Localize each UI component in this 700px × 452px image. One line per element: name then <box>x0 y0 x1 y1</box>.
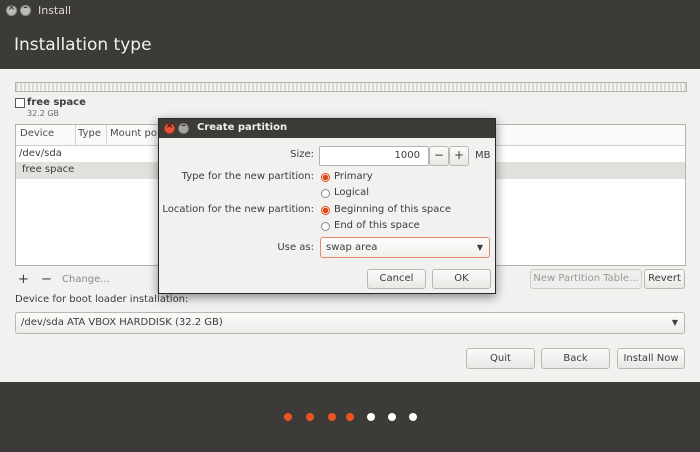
radio-logical-label[interactable]: Logical <box>334 187 369 198</box>
minimize-icon[interactable]: – <box>178 121 189 134</box>
back-button[interactable]: Back <box>541 348 610 369</box>
progress-dot <box>306 413 314 421</box>
dialog-titlebar: × – Create partition <box>159 119 495 138</box>
bootloader-device-value: /dev/sda ATA VBOX HARDDISK (32.2 GB) <box>21 317 223 328</box>
quit-button[interactable]: Quit <box>466 348 535 369</box>
radio-beginning[interactable] <box>321 206 330 215</box>
column-header-mount-point[interactable]: Mount po <box>110 128 157 139</box>
checkbox-icon <box>15 98 25 108</box>
free-space-legend-size: 32.2 GB <box>27 109 60 118</box>
page-title: Installation type <box>14 35 152 55</box>
progress-dot <box>346 413 354 421</box>
radio-primary-label[interactable]: Primary <box>334 171 373 182</box>
revert-button[interactable]: Revert <box>644 269 685 289</box>
window-title: Install <box>38 4 72 17</box>
window-minimize-icon[interactable]: – <box>20 3 31 16</box>
window-close-icon[interactable]: × <box>6 3 17 16</box>
dialog-title: Create partition <box>197 122 288 133</box>
increase-size-button[interactable]: + <box>449 146 469 166</box>
radio-end-label[interactable]: End of this space <box>334 220 420 231</box>
progress-dot <box>409 413 417 421</box>
radio-logical[interactable] <box>321 189 330 198</box>
table-cell-device: free space <box>22 164 75 175</box>
add-partition-button[interactable]: + <box>18 272 29 287</box>
bootloader-label: Device for boot loader installation: <box>15 294 189 305</box>
progress-dot <box>367 413 375 421</box>
remove-partition-button[interactable]: − <box>41 272 52 287</box>
progress-dot <box>284 413 292 421</box>
window-titlebar: × – <box>0 0 700 22</box>
install-now-button[interactable]: Install Now <box>617 348 685 369</box>
partition-location-label: Location for the new partition: <box>162 204 314 215</box>
progress-dot <box>328 413 336 421</box>
size-label: Size: <box>290 149 314 160</box>
progress-dot <box>388 413 396 421</box>
radio-end[interactable] <box>321 222 330 231</box>
free-space-legend-label: free space <box>27 97 86 108</box>
new-partition-table-button[interactable]: New Partition Table... <box>530 269 642 289</box>
chevron-down-icon: ▼ <box>476 243 483 252</box>
ok-button[interactable]: OK <box>432 269 491 289</box>
size-value: 1000 <box>394 150 420 161</box>
cancel-button[interactable]: Cancel <box>367 269 426 289</box>
create-partition-dialog: × – Create partition Size: 1000 − + MB T… <box>158 118 496 294</box>
use-as-label: Use as: <box>277 242 314 253</box>
bootloader-device-select[interactable]: /dev/sda ATA VBOX HARDDISK (32.2 GB) ▼ <box>15 312 685 334</box>
chevron-down-icon: ▼ <box>671 318 678 327</box>
use-as-value: swap area <box>326 242 378 253</box>
radio-primary[interactable] <box>321 173 330 182</box>
radio-beginning-label[interactable]: Beginning of this space <box>334 204 451 215</box>
column-header-device[interactable]: Device <box>20 128 54 139</box>
use-as-select[interactable]: swap area ▼ <box>320 237 490 258</box>
close-icon[interactable]: × <box>164 121 175 134</box>
size-input[interactable]: 1000 <box>319 146 429 166</box>
partition-type-label: Type for the new partition: <box>181 171 314 182</box>
column-header-type[interactable]: Type <box>78 128 101 139</box>
size-unit-label: MB <box>475 150 491 161</box>
change-partition-button[interactable]: Change... <box>62 274 110 285</box>
table-cell-device: /dev/sda <box>19 148 62 159</box>
decrease-size-button[interactable]: − <box>429 146 449 166</box>
partition-bar <box>15 82 687 92</box>
